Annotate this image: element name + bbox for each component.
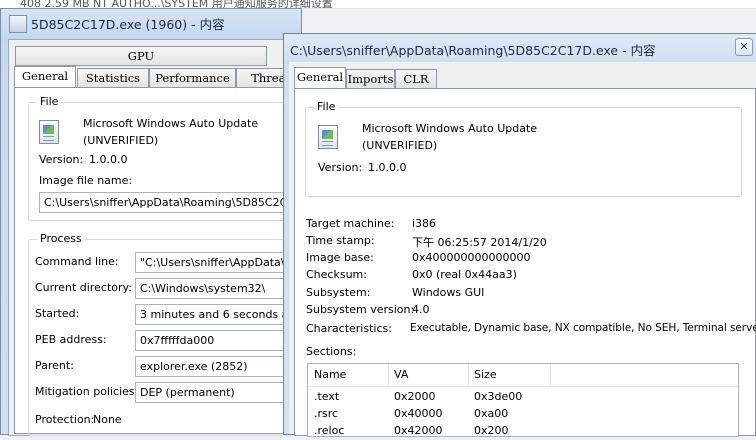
- front-file-verified-status: (UNVERIFIED): [362, 139, 438, 152]
- executable-file-icon: [39, 120, 59, 144]
- sections-table-header: Name VA Size: [308, 364, 738, 387]
- checksum-value: 0x0 (real 0x44aa3): [412, 268, 517, 281]
- tab-statistics[interactable]: Statistics: [77, 68, 149, 87]
- tab-gpu[interactable]: GPU: [15, 46, 267, 66]
- close-button[interactable]: ✕: [735, 38, 753, 56]
- started-label: Started:: [35, 307, 80, 320]
- protection-label: Protection:: [35, 413, 95, 426]
- back-tabrow-upper: GPU: [9, 46, 301, 66]
- command-line-label: Command line:: [35, 255, 119, 268]
- version-value: 1.0.0.0: [89, 153, 128, 166]
- section-va: 0x40000: [394, 407, 443, 420]
- front-file-description: Microsoft Windows Auto Update: [362, 122, 538, 135]
- process-group-label: Process: [37, 232, 85, 245]
- peb-address-label: PEB address:: [35, 333, 107, 346]
- front-window-title: C:\Users\sniffer\AppData\Roaming\5D85C2C…: [290, 43, 656, 58]
- sections-table[interactable]: Name VA Size .text 0x2000 0x3de00 .rsrc …: [307, 363, 739, 437]
- window-app-icon: [9, 15, 27, 33]
- file-group-label: File: [37, 95, 62, 108]
- file-group: File Microsoft Windows Auto Update (UNVE…: [28, 95, 311, 221]
- checksum-label: Checksum:: [306, 268, 367, 281]
- back-tabrow-lower: General Statistics Performance Thread: [9, 66, 308, 88]
- subsystem-version-value: 4.0: [412, 303, 430, 316]
- section-name: .rsrc: [314, 407, 339, 420]
- back-window-title: 5D85C2C17D.exe (1960) - 内容: [31, 17, 225, 32]
- front-file-group-label: File: [314, 100, 339, 113]
- file-verified-status: (UNVERIFIED): [83, 134, 159, 147]
- characteristics-value: Executable, Dynamic base, NX compatible,…: [410, 322, 756, 334]
- back-window-client: GPU General Statistics Performance Threa…: [8, 39, 311, 436]
- target-machine-label: Target machine:: [306, 217, 395, 230]
- section-size: 0xa00: [474, 407, 509, 420]
- file-description: Microsoft Windows Auto Update: [83, 117, 259, 130]
- subsystem-value: Windows GUI: [412, 286, 485, 299]
- front-window-client: General Imports CLR File Microsoft Windo…: [289, 62, 756, 437]
- general-tab-pane: File Microsoft Windows Auto Update (UNVE…: [14, 87, 311, 436]
- sections-label: Sections:: [306, 345, 357, 358]
- tab-general-front[interactable]: General: [294, 67, 346, 88]
- back-window-titlebar[interactable]: 5D85C2C17D.exe (1960) - 内容: [1, 9, 301, 37]
- tab-clr[interactable]: CLR: [395, 69, 437, 88]
- protection-value: None: [93, 413, 122, 426]
- section-name: .reloc: [314, 424, 345, 437]
- front-file-group: File Microsoft Windows Auto Update (UNVE…: [305, 100, 742, 197]
- front-tabrow: General Imports CLR: [289, 67, 756, 89]
- image-base-value: 0x400000000000000: [412, 251, 531, 264]
- section-name: .text: [314, 390, 340, 403]
- table-row[interactable]: .rsrc 0x40000 0xa00: [308, 406, 738, 423]
- section-size: 0x3de00: [474, 390, 523, 403]
- image-base-label: Image base:: [306, 251, 374, 264]
- table-row[interactable]: .reloc 0x42000 0x200: [308, 423, 738, 440]
- target-machine-value: i386: [412, 217, 437, 230]
- front-executable-file-icon: [318, 125, 338, 149]
- time-stamp-value: 下午 06:25:57 2014/1/20: [412, 236, 547, 249]
- close-icon: ✕: [739, 40, 749, 53]
- file-properties-window[interactable]: C:\Users\sniffer\AppData\Roaming\5D85C2C…: [283, 33, 756, 437]
- process-properties-window[interactable]: 5D85C2C17D.exe (1960) - 内容 GPU General S…: [0, 8, 311, 436]
- front-version-value: 1.0.0.0: [368, 161, 407, 174]
- column-header-size[interactable]: Size: [474, 368, 497, 381]
- front-version-label: Version:: [318, 161, 363, 174]
- section-size: 0x200: [474, 424, 509, 437]
- section-va: 0x42000: [394, 424, 443, 437]
- section-va: 0x2000: [394, 390, 436, 403]
- column-header-va[interactable]: VA: [394, 368, 408, 381]
- tab-performance[interactable]: Performance: [149, 68, 236, 87]
- process-group: Process Command line: "C:\Users\sniffer\…: [28, 232, 311, 436]
- column-header-name[interactable]: Name: [314, 368, 346, 381]
- time-stamp-label: Time stamp:: [306, 234, 375, 247]
- mitigation-policies-label: Mitigation policies:: [35, 385, 139, 398]
- front-general-pane: File Microsoft Windows Auto Update (UNVE…: [294, 88, 756, 437]
- characteristics-label: Characteristics:: [306, 322, 392, 335]
- image-file-name-field[interactable]: C:\Users\sniffer\AppData\Roaming\5D85C2C…: [39, 192, 311, 213]
- current-directory-label: Current directory:: [35, 281, 132, 294]
- table-row[interactable]: .text 0x2000 0x3de00: [308, 389, 738, 406]
- parent-label: Parent:: [35, 359, 74, 372]
- tab-general[interactable]: General: [14, 66, 76, 87]
- subsystem-label: Subsystem:: [306, 286, 371, 299]
- tab-imports[interactable]: Imports: [346, 69, 395, 88]
- version-label: Version:: [39, 153, 84, 166]
- subsystem-version-label: Subsystem version:: [306, 303, 415, 316]
- image-file-name-label: Image file name:: [39, 174, 133, 187]
